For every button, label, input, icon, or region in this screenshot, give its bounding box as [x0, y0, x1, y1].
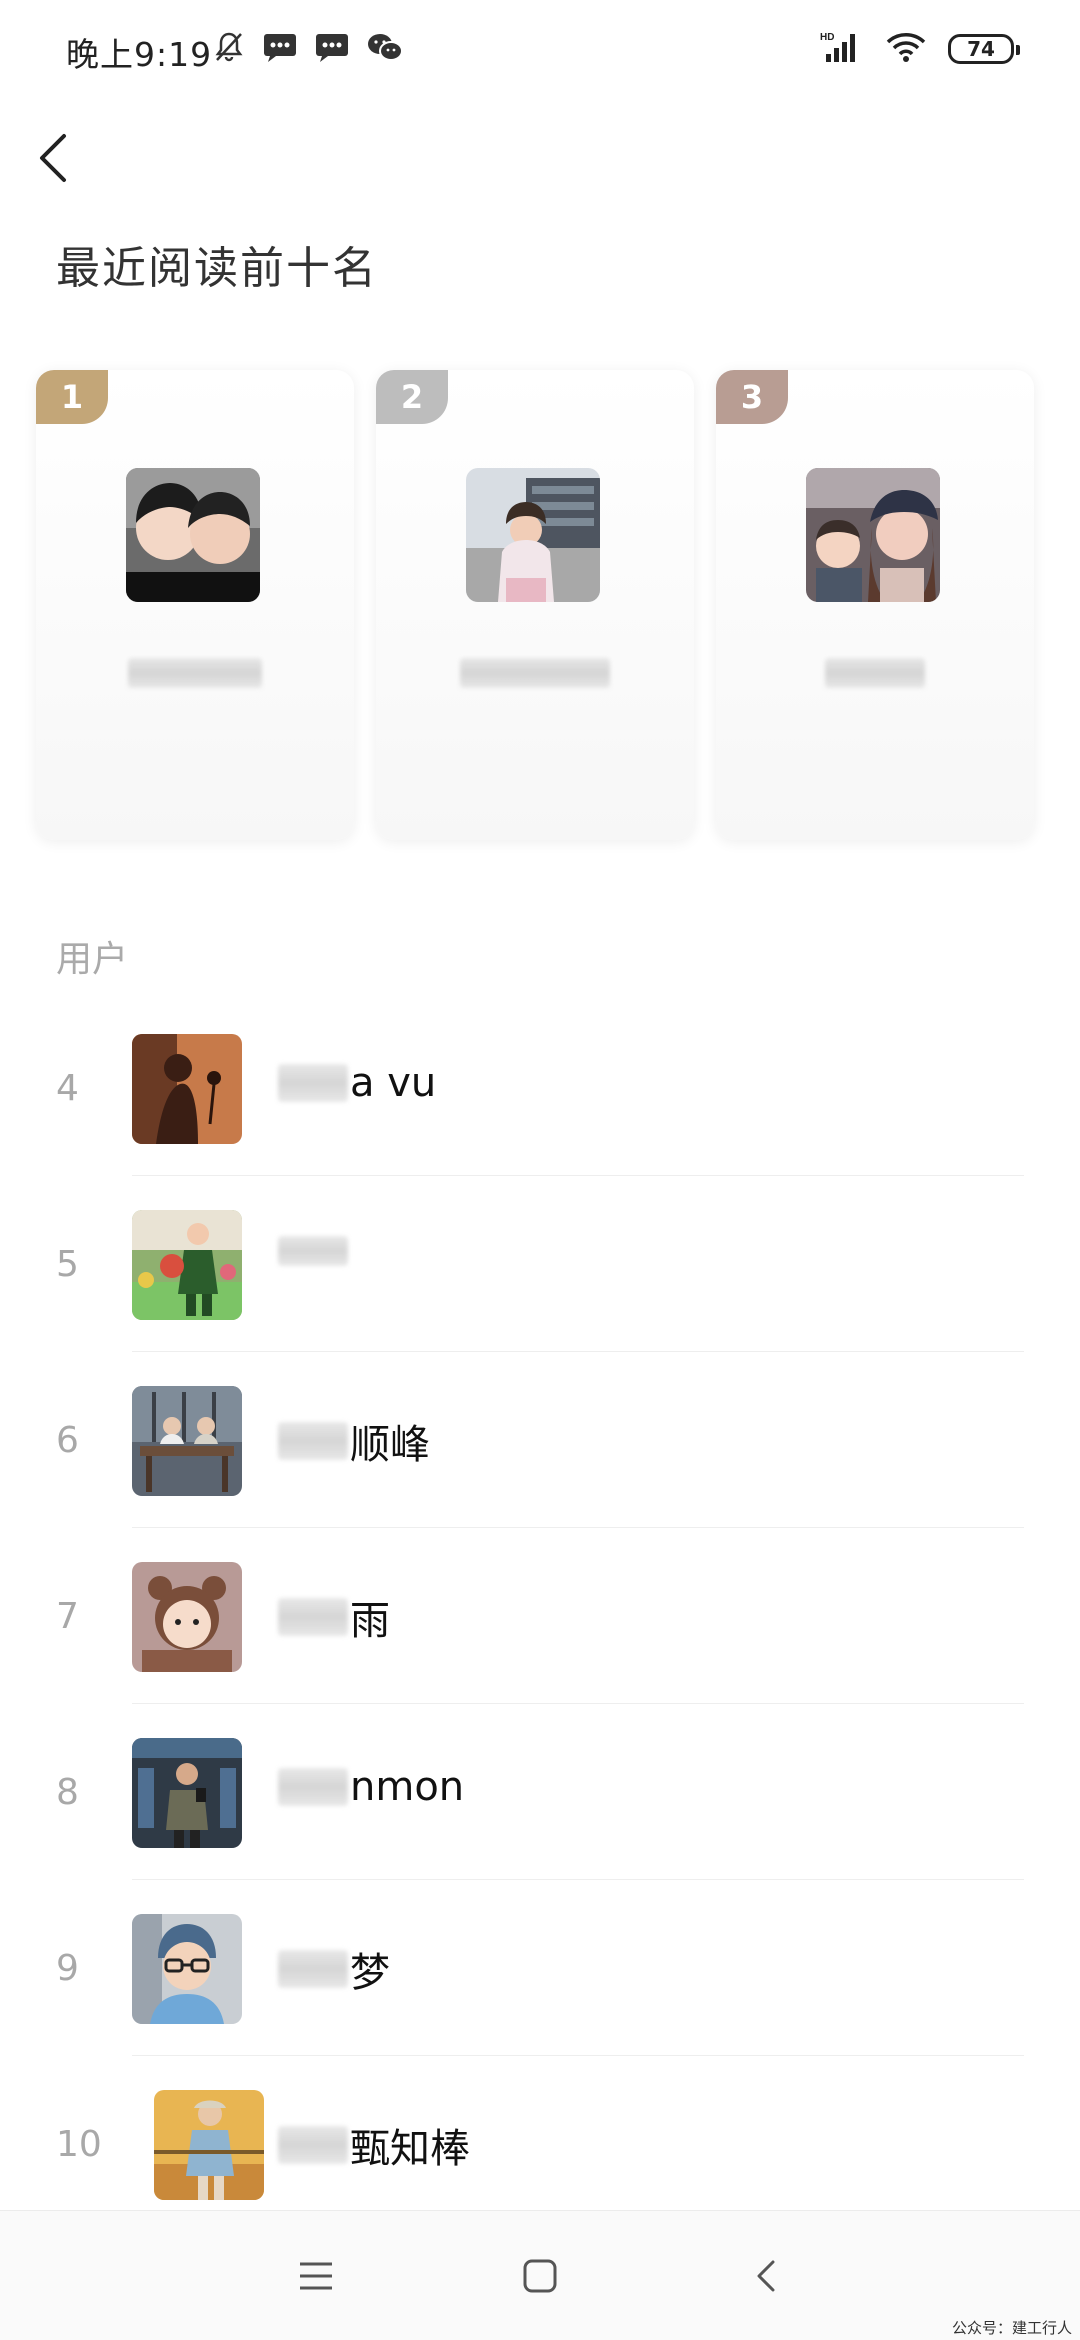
status-bar: 晚上9:19 HD 74 — [0, 0, 1080, 100]
list-item[interactable]: 6 顺峰 — [0, 1352, 1080, 1528]
status-right: HD 74 — [820, 30, 1020, 68]
list-item[interactable]: 8 nmon — [0, 1704, 1080, 1880]
card-name-blurred — [376, 658, 694, 688]
user-name-text: nmon — [350, 1764, 465, 1810]
list-item[interactable]: 7 雨 — [0, 1528, 1080, 1704]
top-card-2[interactable]: 2 — [376, 370, 694, 840]
back-icon — [757, 2260, 775, 2292]
recent-apps-button[interactable] — [286, 2251, 346, 2301]
hd-label: HD — [820, 32, 834, 43]
message-icon — [262, 30, 298, 68]
menu-icon — [300, 2262, 332, 2290]
user-name: nmon — [278, 1764, 464, 1810]
user-name-text: 梦 — [350, 1950, 390, 1996]
user-name-text: a vu — [350, 1060, 437, 1106]
list-item[interactable]: 4 a vu — [0, 1000, 1080, 1176]
rank-badge: 2 — [376, 370, 448, 424]
avatar — [132, 1386, 242, 1496]
avatar — [132, 1914, 242, 2024]
screen: 晚上9:19 HD 74 最近阅读前十名 1 2 3 用户 4 a vu 5 6… — [0, 0, 1080, 2340]
rank-number: 9 — [56, 1948, 79, 1989]
user-name: 顺峰 — [278, 1412, 430, 1470]
list-item[interactable]: 9 梦 — [0, 1880, 1080, 2056]
user-name: 梦 — [278, 1940, 390, 1998]
section-label-users: 用户 — [56, 939, 129, 980]
wechat-icon — [366, 30, 404, 68]
avatar — [132, 1210, 242, 1320]
list-item[interactable]: 5 — [0, 1176, 1080, 1352]
avatar — [132, 1738, 242, 1848]
signal-icon: HD — [820, 30, 864, 68]
home-square-icon — [523, 2259, 557, 2293]
battery-icon: 74 — [948, 34, 1020, 64]
user-name: 雨 — [278, 1588, 390, 1646]
avatar — [806, 468, 940, 602]
user-name-text: 雨 — [350, 1598, 390, 1644]
avatar — [154, 2090, 264, 2200]
top-three-cards: 1 2 3 — [36, 370, 1046, 840]
user-name: a vu — [278, 1060, 436, 1106]
rank-badge: 1 — [36, 370, 108, 424]
list-item[interactable]: 10 甄知棒 — [0, 2056, 1080, 2232]
rank-number: 5 — [56, 1244, 79, 1285]
mute-bell-icon — [212, 30, 246, 68]
card-name-blurred — [716, 658, 1034, 688]
status-time: 晚上9:19 — [66, 35, 213, 74]
back-arrow-icon — [40, 134, 66, 182]
top-card-3[interactable]: 3 — [716, 370, 1034, 840]
avatar — [466, 468, 600, 602]
watermark: 公众号：建工行人 — [951, 2319, 1072, 2337]
avatar — [126, 468, 260, 602]
rank-number: 6 — [56, 1420, 79, 1461]
home-button[interactable] — [510, 2251, 570, 2301]
rank-badge: 3 — [716, 370, 788, 424]
system-nav-bar: 公众号：建工行人 — [0, 2210, 1080, 2340]
back-button[interactable] — [34, 128, 74, 188]
avatar — [132, 1034, 242, 1144]
user-list: 4 a vu 5 6 顺峰 7 雨 8 nmon 9 梦 10 甄知棒 — [0, 1000, 1080, 2232]
page-title: 最近阅读前十名 — [56, 243, 378, 294]
wifi-icon — [886, 30, 926, 68]
user-name — [278, 1236, 350, 1266]
rank-number: 10 — [56, 2124, 102, 2165]
user-name: 甄知棒 — [278, 2116, 470, 2174]
user-name-text: 顺峰 — [350, 1422, 430, 1468]
user-name-text: 甄知棒 — [350, 2126, 470, 2172]
rank-number: 8 — [56, 1772, 79, 1813]
card-name-blurred — [36, 658, 354, 688]
rank-number: 4 — [56, 1068, 79, 1109]
battery-level: 74 — [967, 37, 995, 61]
top-card-1[interactable]: 1 — [36, 370, 354, 840]
message-icon-2 — [314, 30, 350, 68]
nav-back-button[interactable] — [736, 2251, 796, 2301]
notification-icons — [212, 30, 404, 68]
avatar — [132, 1562, 242, 1672]
rank-number: 7 — [56, 1596, 79, 1637]
